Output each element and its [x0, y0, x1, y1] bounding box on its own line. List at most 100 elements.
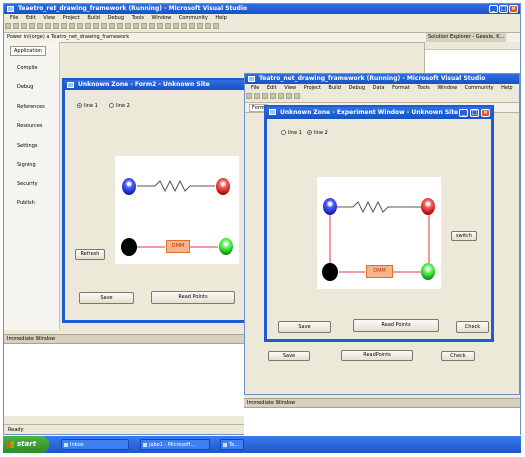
menu-file[interactable]: File	[10, 15, 18, 21]
form2-radio-line1[interactable]: line 1	[77, 103, 98, 109]
exp-check-button[interactable]: Check	[456, 321, 489, 333]
solution-explorer-icon[interactable]	[197, 23, 203, 29]
vs2-new-icon[interactable]	[246, 93, 252, 99]
side-item-security[interactable]: Security	[17, 181, 38, 187]
vs2-cut-icon[interactable]	[270, 93, 276, 99]
side-item-debug[interactable]: Debug	[17, 84, 33, 90]
bookmark-icon[interactable]	[189, 23, 195, 29]
save-all-icon[interactable]	[29, 23, 35, 29]
step-into-icon[interactable]	[101, 23, 107, 29]
exp-radio-line1[interactable]: line 1	[281, 130, 302, 136]
form2-titlebar[interactable]: Unknown Zone - Form2 - Unknown Site	[64, 80, 253, 90]
form2-refresh-button[interactable]: Refresh	[75, 249, 105, 260]
vs-main-titlebar[interactable]: Teaetro_ret_drawing_framework (Running) …	[4, 4, 520, 14]
maximize-icon[interactable]: □	[499, 5, 508, 13]
vs2-paste-icon[interactable]	[286, 93, 292, 99]
vs2-save-button[interactable]: Save	[268, 351, 310, 361]
exp-green-node-icon[interactable]	[421, 263, 435, 280]
taskbar-item-te[interactable]: Te...	[220, 439, 244, 450]
align-right-icon[interactable]	[149, 23, 155, 29]
menu-edit[interactable]: Edit	[26, 15, 36, 21]
exp-dmm-box[interactable]: DMM	[366, 265, 393, 278]
vs2-open-icon[interactable]	[254, 93, 260, 99]
exp-read-points-button[interactable]: Read Points	[353, 319, 439, 332]
vs2-menu-build[interactable]: Build	[328, 85, 341, 91]
form2-black-node-icon[interactable]	[121, 238, 137, 256]
form2-green-node-icon[interactable]	[219, 238, 233, 255]
outdent-icon[interactable]	[181, 23, 187, 29]
align-left-icon[interactable]	[133, 23, 139, 29]
side-item-references[interactable]: References	[17, 104, 45, 110]
menu-build[interactable]: Build	[87, 15, 100, 21]
experiment-titlebar[interactable]: Unknown Zone - Experiment Window - Unkno…	[266, 107, 492, 119]
align-center-icon[interactable]	[141, 23, 147, 29]
new-file-icon[interactable]	[5, 23, 11, 29]
paste-icon[interactable]	[53, 23, 59, 29]
form2-save-button[interactable]: Save	[79, 292, 134, 304]
vs2-menu-data[interactable]: Data	[373, 85, 385, 91]
vs2-menu-community[interactable]: Community	[465, 85, 494, 91]
side-item-publish[interactable]: Publish	[17, 200, 35, 206]
vs2-menu-view[interactable]: View	[284, 85, 296, 91]
copy-icon[interactable]	[45, 23, 51, 29]
exp-red-node-icon[interactable]	[421, 198, 435, 215]
side-item-compile[interactable]: Compile	[17, 65, 37, 71]
vs2-menu-format[interactable]: Format	[392, 85, 410, 91]
taskbar-item-inbox[interactable]: Inbox	[61, 439, 129, 450]
vs2-titlebar[interactable]: Teatro_net_drawing_framework (Running) -…	[245, 74, 519, 84]
exp-maximize-icon[interactable]: □	[470, 109, 479, 117]
menu-tools[interactable]: Tools	[132, 15, 144, 21]
vs2-menu-help[interactable]: Help	[501, 85, 512, 91]
vs2-menu-edit[interactable]: Edit	[267, 85, 277, 91]
menu-window[interactable]: Window	[152, 15, 172, 21]
form2-red-node-icon[interactable]	[216, 178, 230, 195]
cut-icon[interactable]	[37, 23, 43, 29]
taskbar-item-microsoft[interactable]: jabe1 - Microsoft...	[140, 439, 210, 450]
vs2-menu-file[interactable]: File	[251, 85, 259, 91]
form2-dmm-box[interactable]: DMM	[166, 240, 190, 253]
vs2-menu-tools[interactable]: Tools	[417, 85, 429, 91]
side-item-settings[interactable]: Settings	[17, 143, 38, 149]
properties-icon[interactable]	[205, 23, 211, 29]
vs2-read-points-button[interactable]: ReadPoints	[341, 350, 413, 361]
comment-icon[interactable]	[157, 23, 163, 29]
vs2-menu-window[interactable]: Window	[437, 85, 457, 91]
menu-help[interactable]: Help	[215, 15, 226, 21]
vs2-save-icon[interactable]	[262, 93, 268, 99]
find-icon[interactable]	[125, 23, 131, 29]
pause-icon[interactable]	[85, 23, 91, 29]
menu-project[interactable]: Project	[63, 15, 80, 21]
exp-side-button[interactable]: switch	[451, 231, 477, 241]
exp-save-button[interactable]: Save	[278, 321, 331, 333]
exp-close-icon[interactable]: ×	[481, 109, 490, 117]
menu-community[interactable]: Community	[179, 15, 208, 21]
side-item-application[interactable]: Application	[10, 46, 46, 56]
indent-icon[interactable]	[173, 23, 179, 29]
exp-black-node-icon[interactable]	[322, 263, 338, 281]
undo-icon[interactable]	[61, 23, 67, 29]
step-over-icon[interactable]	[109, 23, 115, 29]
exp-minimize-icon[interactable]: _	[459, 109, 468, 117]
vs2-menu-debug[interactable]: Debug	[349, 85, 365, 91]
uncomment-icon[interactable]	[165, 23, 171, 29]
form2-read-points-button[interactable]: Read Points	[151, 291, 235, 304]
redo-icon[interactable]	[69, 23, 75, 29]
step-out-icon[interactable]	[117, 23, 123, 29]
close-icon[interactable]: ×	[509, 5, 518, 13]
side-item-resources[interactable]: Resources	[17, 123, 43, 129]
open-icon[interactable]	[13, 23, 19, 29]
start-debug-icon[interactable]	[77, 23, 83, 29]
vs2-undo-icon[interactable]	[294, 93, 300, 99]
start-button[interactable]: start	[3, 436, 49, 453]
menu-debug[interactable]: Debug	[108, 15, 124, 21]
exp-radio-line2[interactable]: line 2	[307, 130, 328, 136]
save-icon[interactable]	[21, 23, 27, 29]
address-text[interactable]: Power ini(orge) a Teatro_net_drawing_fra…	[7, 34, 129, 40]
form2-radio-line2[interactable]: line 2	[109, 103, 130, 109]
minimize-icon[interactable]: _	[489, 5, 498, 13]
menu-view[interactable]: View	[43, 15, 55, 21]
vs2-menu-project[interactable]: Project	[304, 85, 321, 91]
vs2-copy-icon[interactable]	[278, 93, 284, 99]
toolbox-icon[interactable]	[213, 23, 219, 29]
stop-icon[interactable]	[93, 23, 99, 29]
